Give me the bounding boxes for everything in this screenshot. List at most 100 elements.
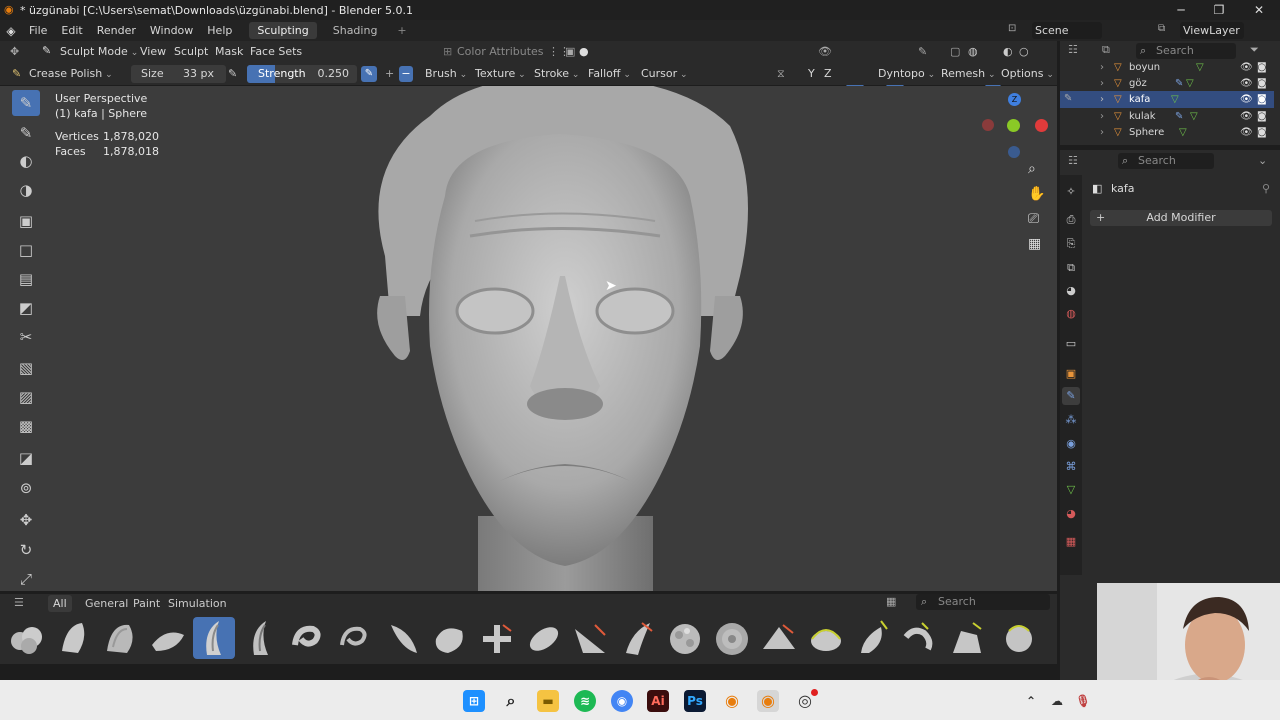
box-trim-tool-icon[interactable]: ◩: [12, 295, 40, 321]
solid-wire-icon[interactable]: ◍: [968, 43, 978, 61]
rotate-tool-icon[interactable]: ↻: [12, 537, 40, 563]
gizmo-x-axis[interactable]: [1035, 119, 1048, 132]
properties-options-icon[interactable]: ⌄: [1258, 154, 1267, 167]
brush-thumb-noise[interactable]: [663, 617, 705, 659]
data-tab-icon[interactable]: ▽: [1063, 482, 1079, 498]
scene-tab-icon[interactable]: ◕: [1063, 283, 1079, 299]
brush-thumb-crease-polish[interactable]: [193, 617, 235, 659]
particles-tab-icon[interactable]: ⁂: [1063, 412, 1079, 428]
box-face-set-tool-icon[interactable]: ▤: [12, 266, 40, 292]
brush-thumb-clay[interactable]: [52, 617, 94, 659]
camera-icon[interactable]: ◙: [1257, 124, 1267, 141]
strength-slider[interactable]: Strength 0.250: [247, 65, 357, 83]
illustrator-icon[interactable]: Ai: [647, 690, 669, 712]
menu-face-sets[interactable]: Face Sets: [250, 43, 302, 61]
menu-stroke[interactable]: Stroke: [534, 65, 579, 83]
mode-selector[interactable]: Sculpt Mode: [60, 43, 138, 61]
tray-chevron-icon[interactable]: ⌃: [1020, 690, 1042, 712]
move-tool-icon[interactable]: ✥: [12, 507, 40, 533]
tab-sculpting[interactable]: Sculpting: [249, 22, 317, 39]
outliner-edit-mode-icon[interactable]: ✎: [1064, 93, 1072, 104]
camera-view-icon[interactable]: ⎚: [1028, 211, 1048, 231]
outliner-row-sphere[interactable]: › ▽ Sphere ▽ 👁 ◙: [1060, 124, 1274, 141]
menu-edit[interactable]: Edit: [54, 24, 89, 37]
gizmo-z-axis[interactable]: Z: [1008, 93, 1021, 106]
modifier-tab-icon[interactable]: ✎: [1062, 387, 1080, 405]
strength-pressure-icon[interactable]: ✎: [361, 66, 377, 82]
output-tab-icon[interactable]: ⎘: [1063, 236, 1079, 252]
tab-shading[interactable]: Shading: [325, 22, 386, 39]
menu-sculpt[interactable]: Sculpt: [174, 43, 208, 61]
camera-icon[interactable]: ◙: [1257, 91, 1267, 108]
outliner-display-mode-icon[interactable]: ⧉: [1102, 43, 1110, 57]
brush-thumb-draw-sharp[interactable]: [334, 617, 376, 659]
outliner-editor-icon[interactable]: ☷: [1068, 43, 1078, 56]
eye-icon[interactable]: 👁: [1240, 91, 1253, 108]
brush-thumb-smooth[interactable]: [945, 617, 987, 659]
brush-thumb-draw[interactable]: [287, 617, 329, 659]
eye-icon[interactable]: 👁: [1240, 59, 1253, 76]
file-explorer-icon[interactable]: ▬: [537, 690, 559, 712]
size-slider[interactable]: Size 33 px: [131, 65, 226, 83]
visibility-icon[interactable]: 👁: [818, 43, 832, 61]
brush-thumb-plateau[interactable]: [757, 617, 799, 659]
photoshop-icon[interactable]: Ps: [684, 690, 706, 712]
shelf-search-input[interactable]: ⌕ Search: [916, 594, 1050, 610]
pan-hand-icon[interactable]: ✋: [1028, 186, 1048, 206]
camera-icon[interactable]: ◙: [1257, 59, 1267, 76]
shelf-tab-general[interactable]: General: [85, 597, 128, 610]
brush-thumb-layer[interactable]: [569, 617, 611, 659]
scene-selector[interactable]: Scene: [1032, 22, 1102, 39]
wireframe-shading-icon[interactable]: ▢: [950, 43, 960, 61]
brush-thumb-scrape[interactable]: [898, 617, 940, 659]
perspective-grid-icon[interactable]: ▦: [1028, 236, 1048, 256]
start-button-icon[interactable]: ⊞: [463, 690, 485, 712]
menu-cursor[interactable]: Cursor: [641, 65, 688, 83]
maximize-button[interactable]: ❐: [1200, 0, 1238, 20]
brush-thumb-pose[interactable]: [804, 617, 846, 659]
scene-icon[interactable]: ⊡: [1008, 23, 1028, 38]
zoom-icon[interactable]: ⌕: [1028, 161, 1048, 181]
shelf-tab-simulation[interactable]: Simulation: [168, 597, 227, 610]
menu-falloff[interactable]: Falloff: [588, 65, 631, 83]
minimize-button[interactable]: ─: [1162, 0, 1200, 20]
size-pressure-icon[interactable]: ✎: [228, 65, 237, 83]
view-layer-tab-icon[interactable]: ⧉: [1063, 260, 1079, 276]
world-tab-icon[interactable]: ◍: [1063, 306, 1079, 322]
symmetry-icon[interactable]: ⧖: [777, 65, 785, 83]
brush-thumb-blob[interactable]: [5, 617, 47, 659]
tool-tab-icon[interactable]: ✧: [1063, 184, 1079, 200]
eye-icon[interactable]: 👁: [1240, 75, 1253, 92]
physics-tab-icon[interactable]: ◉: [1063, 436, 1079, 452]
color-attributes-selector[interactable]: Color Attributes: [457, 43, 544, 61]
outliner-row-kafa[interactable]: › ▽ kafa ▽ 👁 ◙: [1060, 91, 1274, 108]
tray-cloud-icon[interactable]: ☁: [1046, 690, 1068, 712]
color-filter-tool-icon[interactable]: ▩: [12, 413, 40, 439]
3d-viewport[interactable]: User Perspective (1) kafa | Sphere Verti…: [0, 86, 1057, 591]
menu-view[interactable]: View: [140, 43, 166, 61]
object-tab-icon[interactable]: ▣: [1063, 366, 1079, 382]
direction-subtract-icon[interactable]: −: [399, 66, 413, 82]
menu-help[interactable]: Help: [200, 24, 239, 37]
texture-tab-icon[interactable]: ▦: [1063, 534, 1079, 550]
outliner-row-kulak[interactable]: › ▽ kulak ✎ ▽ 👁 ◙: [1060, 108, 1274, 125]
shelf-display-icon[interactable]: ▦: [886, 595, 896, 608]
gizmo-y-axis[interactable]: [1007, 119, 1020, 132]
chrome-icon[interactable]: ◉: [611, 690, 633, 712]
viewlayer-selector[interactable]: ViewLayer: [1180, 22, 1244, 39]
rendered-shading-icon[interactable]: ○: [1019, 43, 1029, 61]
box-mask-tool-icon[interactable]: □: [12, 237, 40, 263]
menu-mask[interactable]: Mask: [215, 43, 243, 61]
mask-tool-icon[interactable]: ◐: [12, 148, 40, 174]
mesh-filter-tool-icon[interactable]: ▧: [12, 355, 40, 381]
outliner-filter-icon[interactable]: ⏷: [1250, 43, 1259, 57]
brush-thumb-inflate[interactable]: [522, 617, 564, 659]
options-menu[interactable]: Options: [1001, 65, 1054, 83]
brush-thumb-nudge[interactable]: [616, 617, 658, 659]
face-set-tool-icon[interactable]: ◑: [12, 177, 40, 203]
tray-mic-icon[interactable]: 🎙: [1072, 690, 1094, 712]
draw-brush-tool-icon[interactable]: ✎: [12, 120, 40, 146]
remesh-menu[interactable]: Remesh: [941, 65, 996, 83]
line-project-tool-icon[interactable]: ✂: [12, 324, 40, 350]
outliner-row-goz[interactable]: › ▽ göz ✎ ▽ 👁 ◙: [1060, 75, 1274, 92]
